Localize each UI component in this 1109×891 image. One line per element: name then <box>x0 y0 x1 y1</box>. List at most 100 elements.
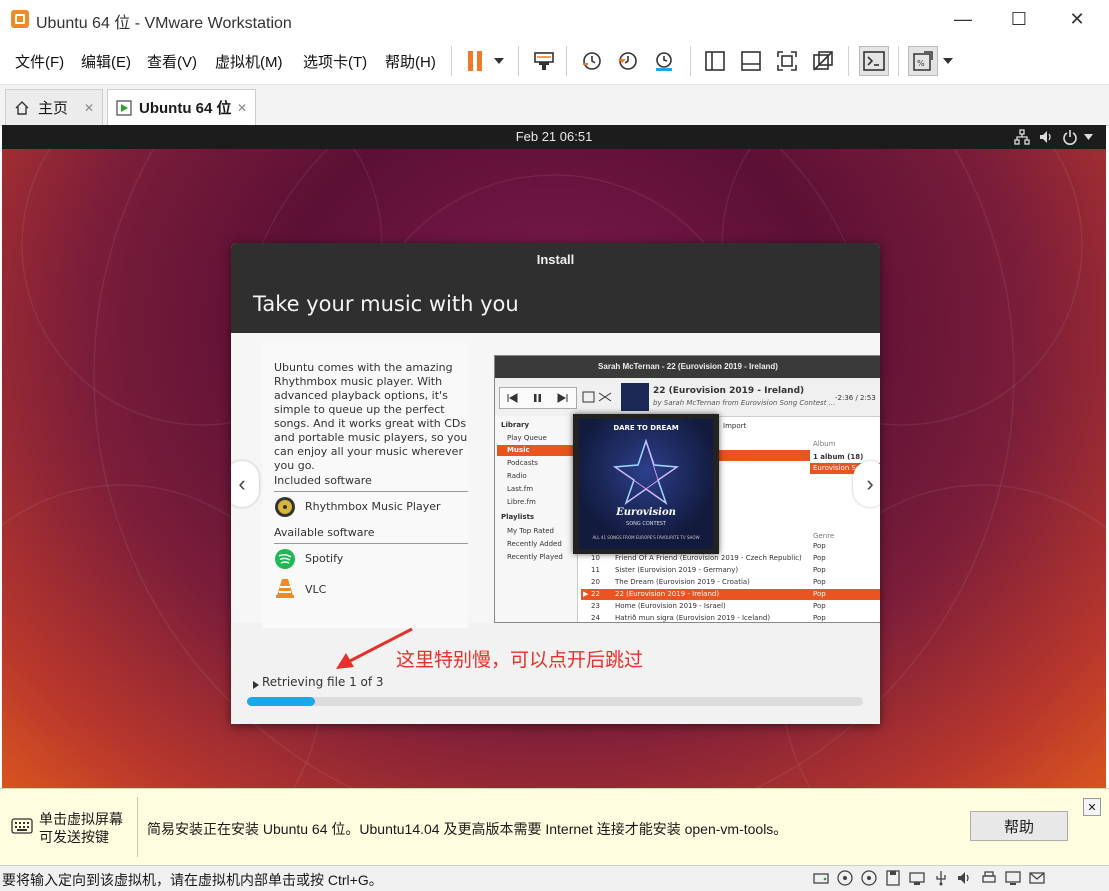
spotify-icon <box>275 549 295 569</box>
menu-edit[interactable]: 编辑(E) <box>81 51 131 72</box>
rb-genre-header: Genre <box>813 532 835 540</box>
cd-dvd-icon[interactable] <box>836 869 854 887</box>
rb-import: Import <box>723 422 747 430</box>
rb-track-row: 10 Friend Of A Friend (Eurovision 2019 - … <box>581 553 880 564</box>
network-keyboard-icon <box>534 52 554 70</box>
clock[interactable]: Feb 21 06:51 <box>2 129 1106 144</box>
vm-display[interactable]: Feb 21 06:51 Install Take your music wit… <box>2 125 1106 788</box>
network-icon[interactable] <box>1014 129 1030 145</box>
maximize-button[interactable]: ☐ <box>992 0 1046 38</box>
rb-track-title-cell: Friend Of A Friend (Eurovision 2019 - Cz… <box>615 554 802 562</box>
divider <box>274 491 468 492</box>
stretch-view-button[interactable]: % <box>908 46 938 76</box>
home-icon <box>15 100 29 115</box>
rb-track-artist: by Sarah McTernan from Eurovision Song C… <box>653 399 836 407</box>
menu-view[interactable]: 查看(V) <box>147 51 197 72</box>
notice-hint-line2: 可发送按键 <box>39 829 109 845</box>
sound-icon[interactable] <box>956 869 974 887</box>
available-software-label: Available software <box>274 526 375 539</box>
divider <box>274 543 468 544</box>
mini-album-art <box>621 383 649 411</box>
tab-ubuntu-close-icon[interactable]: ✕ <box>237 101 247 115</box>
floppy-icon[interactable] <box>884 869 902 887</box>
rb-track-number: 10 <box>591 554 600 562</box>
network-adapter-icon[interactable] <box>908 869 926 887</box>
tab-ubuntu[interactable]: Ubuntu 64 位 ✕ <box>107 89 256 125</box>
rb-track-title-cell: The Dream (Eurovision 2019 - Croatia) <box>615 578 750 586</box>
show-library-button[interactable] <box>701 47 729 75</box>
snapshot-manager-button[interactable] <box>650 47 678 75</box>
console-view-button[interactable] <box>859 46 889 76</box>
volume-icon[interactable] <box>1038 129 1054 145</box>
rb-track-genre: Pop <box>813 578 826 586</box>
menu-help[interactable]: 帮助(H) <box>385 51 436 72</box>
rhythmbox-icon <box>275 497 295 517</box>
tab-home-close-icon[interactable]: ✕ <box>84 101 94 115</box>
menu-tabs[interactable]: 选项卡(T) <box>303 51 367 72</box>
power-icon[interactable] <box>1062 129 1078 145</box>
album-art: DARE TO DREAM Eurovision SONG CONTEST AL… <box>579 419 713 549</box>
tab-bar: 主页 ✕ Ubuntu 64 位 ✕ <box>0 85 1109 126</box>
rb-music: Music <box>507 446 530 454</box>
chevron-right-icon: › <box>866 471 874 496</box>
rb-track-row: 24 Hatrið mun sigra (Eurovision 2019 - Ic… <box>581 613 880 622</box>
tab-home[interactable]: 主页 ✕ <box>5 89 103 125</box>
rb-track-number: 24 <box>591 614 600 622</box>
playing-indicator-icon: ▶ <box>583 590 589 598</box>
minimize-button[interactable]: — <box>936 0 990 38</box>
previous-icon <box>507 393 518 403</box>
rb-track-row: 11 Sister (Eurovision 2019 - Germany) Pop <box>581 565 880 576</box>
power-dropdown-button[interactable] <box>488 47 510 75</box>
eurovision-star-icon <box>612 438 680 505</box>
usb-icon[interactable] <box>932 869 950 887</box>
expander-arrow-icon[interactable] <box>253 681 259 689</box>
chevron-down-icon[interactable] <box>1084 134 1093 140</box>
stretch-dropdown-button[interactable] <box>938 47 958 75</box>
pause-button[interactable] <box>461 47 489 75</box>
stretch-percent-icon: % <box>913 51 933 71</box>
notice-close-button[interactable]: ✕ <box>1083 798 1101 816</box>
menu-vm[interactable]: 虚拟机(M) <box>215 51 283 72</box>
notice-message: 简易安装正在安装 Ubuntu 64 位。Ubuntu14.04 及更高版本需要… <box>147 821 788 837</box>
chevron-left-icon: ‹ <box>238 471 246 496</box>
svg-text:%: % <box>917 59 925 68</box>
next-slide-button[interactable]: › <box>853 461 880 507</box>
install-status[interactable]: Retrieving file 1 of 3 <box>262 675 384 689</box>
cd-dvd-2-icon[interactable] <box>860 869 878 887</box>
rb-library-label: Library <box>501 421 530 429</box>
menu-file[interactable]: 文件(F) <box>15 51 64 72</box>
installer-title: Install <box>536 252 575 267</box>
rb-track-genre: Pop <box>813 554 826 562</box>
previous-slide-button[interactable]: ‹ <box>231 461 259 507</box>
software-rhythmbox: Rhythmbox Music Player <box>305 500 441 513</box>
repeat-shuffle-icon <box>582 391 612 403</box>
rb-track-title-cell: Sister (Eurovision 2019 - Germany) <box>615 566 739 574</box>
divider <box>137 797 138 857</box>
display-icon[interactable] <box>1004 869 1022 887</box>
clock-snapshot-icon <box>583 52 601 70</box>
rb-sidebar: Library Play Queue Music Podcasts Radio … <box>495 416 578 622</box>
close-button[interactable]: ✕ <box>1050 0 1104 38</box>
installer-header: Install Take your music with you <box>231 243 880 333</box>
message-icon[interactable] <box>1028 869 1046 887</box>
rb-track-title-cell: Hatrið mun sigra (Eurovision 2019 - Icel… <box>615 614 771 622</box>
rb-track-number: 20 <box>591 578 600 586</box>
full-screen-button[interactable] <box>773 47 801 75</box>
thumbnail-bar-button[interactable] <box>737 47 765 75</box>
rb-recently-played: Recently Played <box>507 553 563 561</box>
pause-icon <box>468 51 482 71</box>
printer-icon[interactable] <box>980 869 998 887</box>
vmware-app-icon <box>11 10 29 28</box>
snapshot-button[interactable] <box>578 47 606 75</box>
hard-disk-icon[interactable] <box>812 869 830 887</box>
help-button[interactable]: 帮助 <box>970 811 1068 841</box>
send-ctrl-alt-del-button[interactable] <box>530 47 558 75</box>
album-art-caption: ALL 41 SONGS FROM EUROPE'S FAVOURITE TV … <box>592 535 700 540</box>
unity-disabled-icon <box>813 51 833 71</box>
rb-album-all: 1 album (18) <box>813 453 864 461</box>
rhythmbox-toolbar: 22 (Eurovision 2019 - Ireland) by Sarah … <box>495 378 880 417</box>
slide-heading: Take your music with you <box>253 292 519 316</box>
revert-snapshot-button[interactable] <box>614 47 642 75</box>
vm-play-icon <box>116 99 132 116</box>
unity-button[interactable] <box>809 47 837 75</box>
